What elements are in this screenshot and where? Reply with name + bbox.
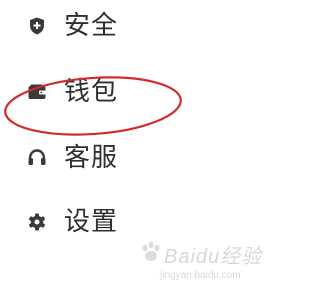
headset-icon [26,147,48,169]
shield-icon [26,15,48,37]
menu-item-wallet[interactable]: 钱包 [26,72,118,112]
menu-item-label: 钱包 [64,77,119,107]
settings-menu: 安全 钱包 客服 设置 [0,0,253,293]
menu-item-customer-service[interactable]: 客服 [26,138,118,178]
menu-item-label: 安全 [64,11,119,41]
gear-icon [26,211,48,233]
menu-item-security[interactable]: 安全 [26,6,118,46]
menu-item-label: 设置 [64,207,119,237]
menu-item-settings[interactable]: 设置 [26,202,118,242]
wallet-icon [26,81,48,103]
menu-item-label: 客服 [64,143,119,173]
